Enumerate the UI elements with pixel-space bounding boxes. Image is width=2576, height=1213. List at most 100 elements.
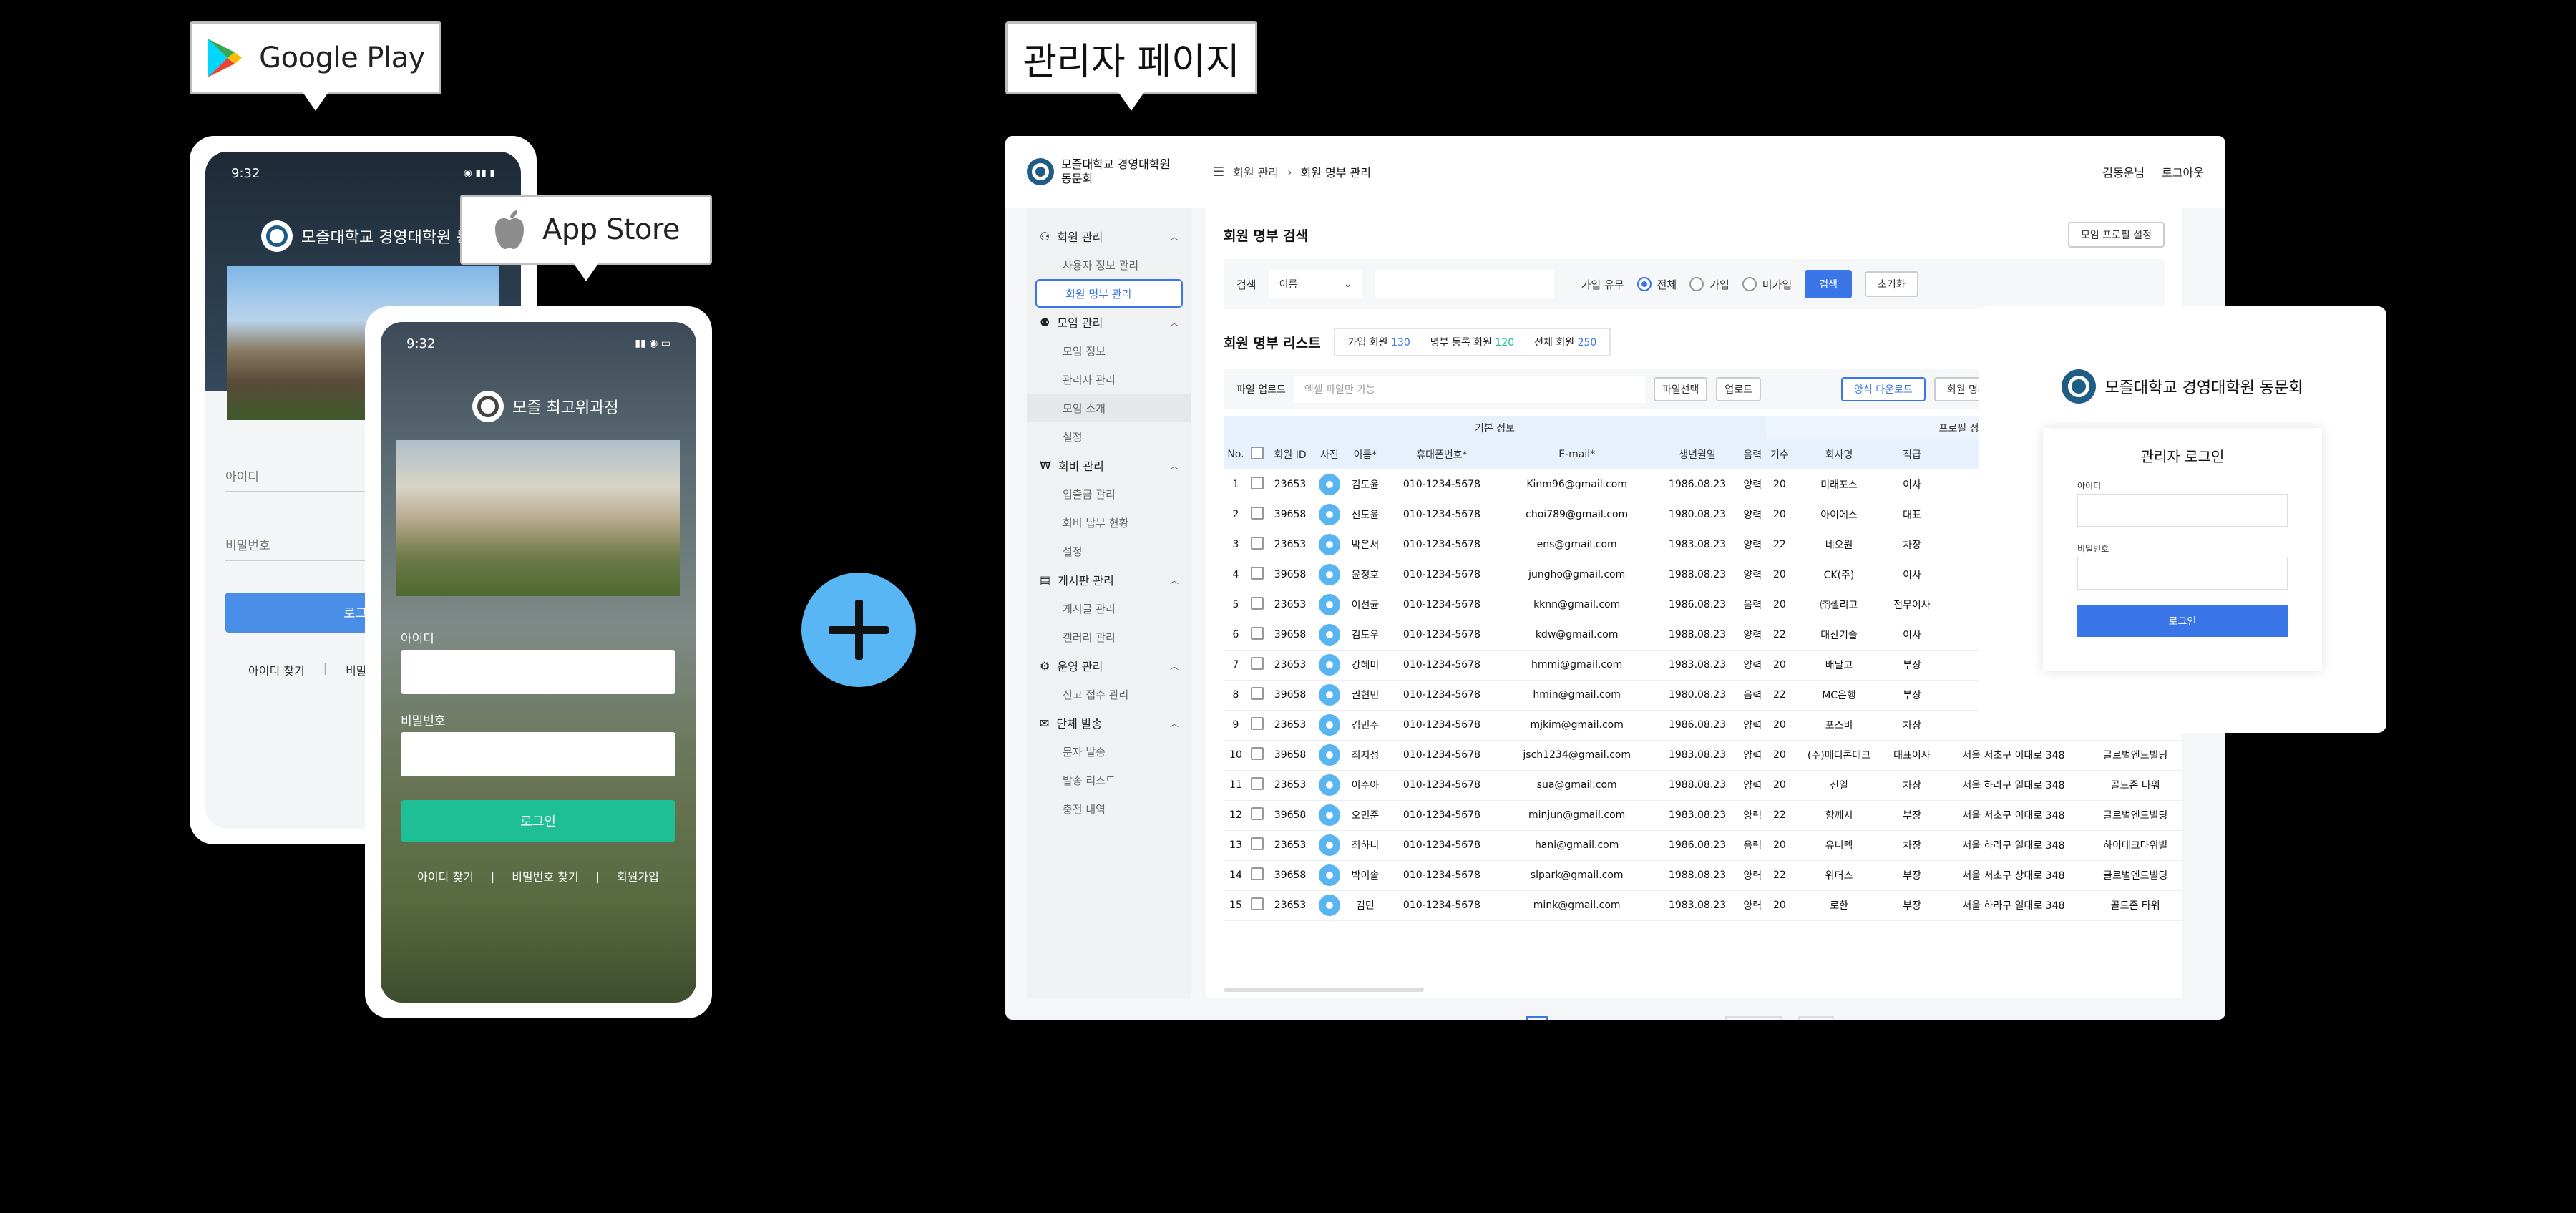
sidebar-item[interactable]: 충전 내역 bbox=[1027, 794, 1191, 823]
sidebar-group[interactable]: ⚇ 회원 관리 ︿ bbox=[1027, 222, 1191, 250]
row-checkbox[interactable] bbox=[1251, 837, 1264, 850]
table-cell bbox=[1313, 650, 1345, 681]
row-checkbox[interactable] bbox=[1251, 777, 1264, 790]
horizontal-scrollbar[interactable] bbox=[1224, 988, 1424, 992]
sidebar-item[interactable]: 갤러리 관리 bbox=[1027, 623, 1191, 651]
row-checkbox[interactable] bbox=[1251, 537, 1264, 550]
row-checkbox[interactable] bbox=[1251, 657, 1264, 670]
sidebar-item[interactable]: 사용자 정보 관리 bbox=[1027, 250, 1191, 279]
select-all-checkbox[interactable] bbox=[1251, 447, 1264, 459]
sidebar-group[interactable]: ⚉ 모임 관리 ︿ bbox=[1027, 308, 1191, 336]
table-cell: 010-1234-5678 bbox=[1385, 770, 1498, 801]
signup-link[interactable]: 회원가입 bbox=[617, 867, 659, 885]
row-checkbox[interactable] bbox=[1251, 717, 1264, 730]
admin-id-input[interactable] bbox=[2077, 494, 2288, 527]
sidebar-item[interactable]: 발송 리스트 bbox=[1027, 766, 1191, 794]
sidebar-group[interactable]: ₩ 회비 관리 ︿ bbox=[1027, 451, 1191, 479]
admin-logo[interactable]: 모즐대학교 경영대학원 동문회 bbox=[1027, 157, 1191, 186]
table-cell: 음력 bbox=[1739, 680, 1767, 711]
row-checkbox[interactable] bbox=[1251, 627, 1264, 640]
logout-link[interactable]: 로그아웃 bbox=[2162, 163, 2204, 180]
ios-pw-input[interactable] bbox=[401, 732, 675, 776]
column-header: 회사명 bbox=[1792, 439, 1885, 469]
status-time: 9:32 bbox=[406, 336, 436, 351]
table-row[interactable]: 14 39658 박이솔 010-1234-5678 slpark@gmail.com 1… bbox=[1224, 860, 2182, 891]
row-checkbox[interactable] bbox=[1251, 897, 1264, 910]
file-select-button[interactable]: 파일선택 bbox=[1653, 377, 1708, 401]
search-button[interactable]: 검색 bbox=[1805, 270, 1852, 298]
row-checkbox[interactable] bbox=[1251, 807, 1264, 820]
table-row[interactable]: 11 23653 이수아 010-1234-5678 sua@gmail.com 1988… bbox=[1224, 770, 2182, 801]
upload-file-input[interactable]: 엑셀 파일만 가능 bbox=[1294, 376, 1645, 403]
sidebar-item[interactable]: 회비 납부 현황 bbox=[1027, 508, 1191, 537]
sidebar-item[interactable]: 신고 접수 관리 bbox=[1027, 680, 1191, 708]
sidebar-group[interactable]: ✉ 단체 발송 ︿ bbox=[1027, 708, 1191, 737]
sidebar-item[interactable]: 입출금 관리 bbox=[1027, 479, 1191, 508]
table-row[interactable]: 13 23653 최하니 010-1234-5678 hani@gmail.com 198… bbox=[1224, 830, 2182, 861]
alumni-logo-icon bbox=[2062, 369, 2097, 404]
sidebar-group[interactable]: ⚙ 운영 관리 ︿ bbox=[1027, 651, 1191, 680]
sidebar-item[interactable]: 모임 소개 bbox=[1027, 394, 1191, 422]
table-cell bbox=[1247, 800, 1267, 831]
sidebar-group[interactable]: ▤ 게시판 관리 ︿ bbox=[1027, 565, 1191, 594]
table-cell: 22 bbox=[1766, 800, 1793, 831]
table-cell: 2 bbox=[1224, 500, 1248, 530]
table-row[interactable]: 10 39658 최지성 010-1234-5678 jsch1234@gmail.co… bbox=[1224, 740, 2182, 771]
admin-pw-input[interactable] bbox=[2077, 557, 2288, 590]
row-checkbox[interactable] bbox=[1251, 687, 1264, 700]
table-cell: 박이솔 bbox=[1345, 860, 1386, 891]
table-cell: 차장 bbox=[1885, 830, 1939, 861]
table-cell: 1988.08.23 bbox=[1655, 860, 1740, 891]
chevron-up-icon: ︿ bbox=[1169, 317, 1179, 328]
row-checkbox[interactable] bbox=[1251, 747, 1264, 760]
table-row[interactable]: 15 23653 김민 010-1234-5678 mink@gmail.com 1983… bbox=[1224, 890, 2182, 921]
breadcrumb-item[interactable]: 회원 관리 bbox=[1233, 163, 1279, 180]
sidebar-item[interactable]: 문자 발송 bbox=[1027, 737, 1191, 766]
search-input[interactable] bbox=[1375, 270, 1554, 298]
radio-not-joined[interactable]: 미가입 bbox=[1742, 277, 1792, 292]
table-cell: 5 bbox=[1224, 590, 1248, 620]
sidebar-group-label: 단체 발송 bbox=[1056, 717, 1103, 731]
ios-login-button[interactable]: 로그인 bbox=[401, 800, 675, 842]
profile-setting-button[interactable]: 모임 프로필 설정 bbox=[2067, 222, 2165, 248]
column-header: No. bbox=[1224, 439, 1248, 469]
row-checkbox[interactable] bbox=[1251, 476, 1264, 489]
ios-id-input[interactable] bbox=[401, 650, 675, 694]
form-download-button[interactable]: 양식 다운로드 bbox=[1841, 377, 1926, 401]
page-input[interactable]: 1 bbox=[1797, 1016, 1834, 1020]
row-checkbox[interactable] bbox=[1251, 567, 1264, 580]
find-id-link[interactable]: 아이디 찾기 bbox=[248, 661, 305, 678]
sidebar-item[interactable]: 게시글 관리 bbox=[1027, 594, 1191, 623]
table-cell bbox=[1247, 620, 1267, 651]
table-cell: (주)메디콘테크 bbox=[1792, 740, 1885, 771]
row-checkbox[interactable] bbox=[1251, 507, 1264, 520]
sidebar-item[interactable]: 설정 bbox=[1027, 422, 1191, 451]
upload-button[interactable]: 업로드 bbox=[1716, 377, 1762, 401]
sidebar-item[interactable]: 회원 명부 관리 bbox=[1035, 279, 1183, 308]
avatar-icon bbox=[1318, 594, 1340, 615]
page-number[interactable]: 1 bbox=[1526, 1016, 1548, 1020]
table-cell bbox=[1313, 620, 1345, 651]
row-checkbox[interactable] bbox=[1251, 867, 1264, 880]
table-row[interactable]: 12 39658 오민준 010-1234-5678 minjun@gmail.com 1… bbox=[1224, 800, 2182, 831]
chevron-down-icon: ⌄ bbox=[1343, 278, 1352, 290]
per-page-select[interactable]: 100건 ⌄ bbox=[1725, 1016, 1782, 1020]
radio-all[interactable]: 전체 bbox=[1636, 277, 1677, 292]
find-pw-link[interactable]: 비밀번호 찾기 bbox=[512, 867, 578, 885]
find-id-link[interactable]: 아이디 찾기 bbox=[417, 867, 474, 885]
sidebar-item[interactable]: 모임 정보 bbox=[1027, 336, 1191, 365]
radio-joined[interactable]: 가입 bbox=[1689, 277, 1729, 292]
sidebar-item[interactable]: 관리자 관리 bbox=[1027, 365, 1191, 394]
menu-collapse-icon[interactable]: ☰ bbox=[1213, 165, 1224, 180]
table-cell: 박은서 bbox=[1345, 530, 1386, 560]
sidebar-item[interactable]: 설정 bbox=[1027, 537, 1191, 565]
reset-button[interactable]: 초기화 bbox=[1864, 271, 1918, 297]
admin-login-button[interactable]: 로그인 bbox=[2077, 605, 2288, 637]
table-cell: 대표이사 bbox=[1885, 740, 1939, 771]
table-cell: 양력 bbox=[1739, 800, 1767, 831]
table-cell: 전무이사 bbox=[1885, 590, 1939, 620]
column-header bbox=[1247, 439, 1267, 469]
table-cell: CK(주) bbox=[1792, 560, 1885, 590]
row-checkbox[interactable] bbox=[1251, 597, 1264, 610]
search-field-select[interactable]: 이름 ⌄ bbox=[1269, 270, 1362, 298]
